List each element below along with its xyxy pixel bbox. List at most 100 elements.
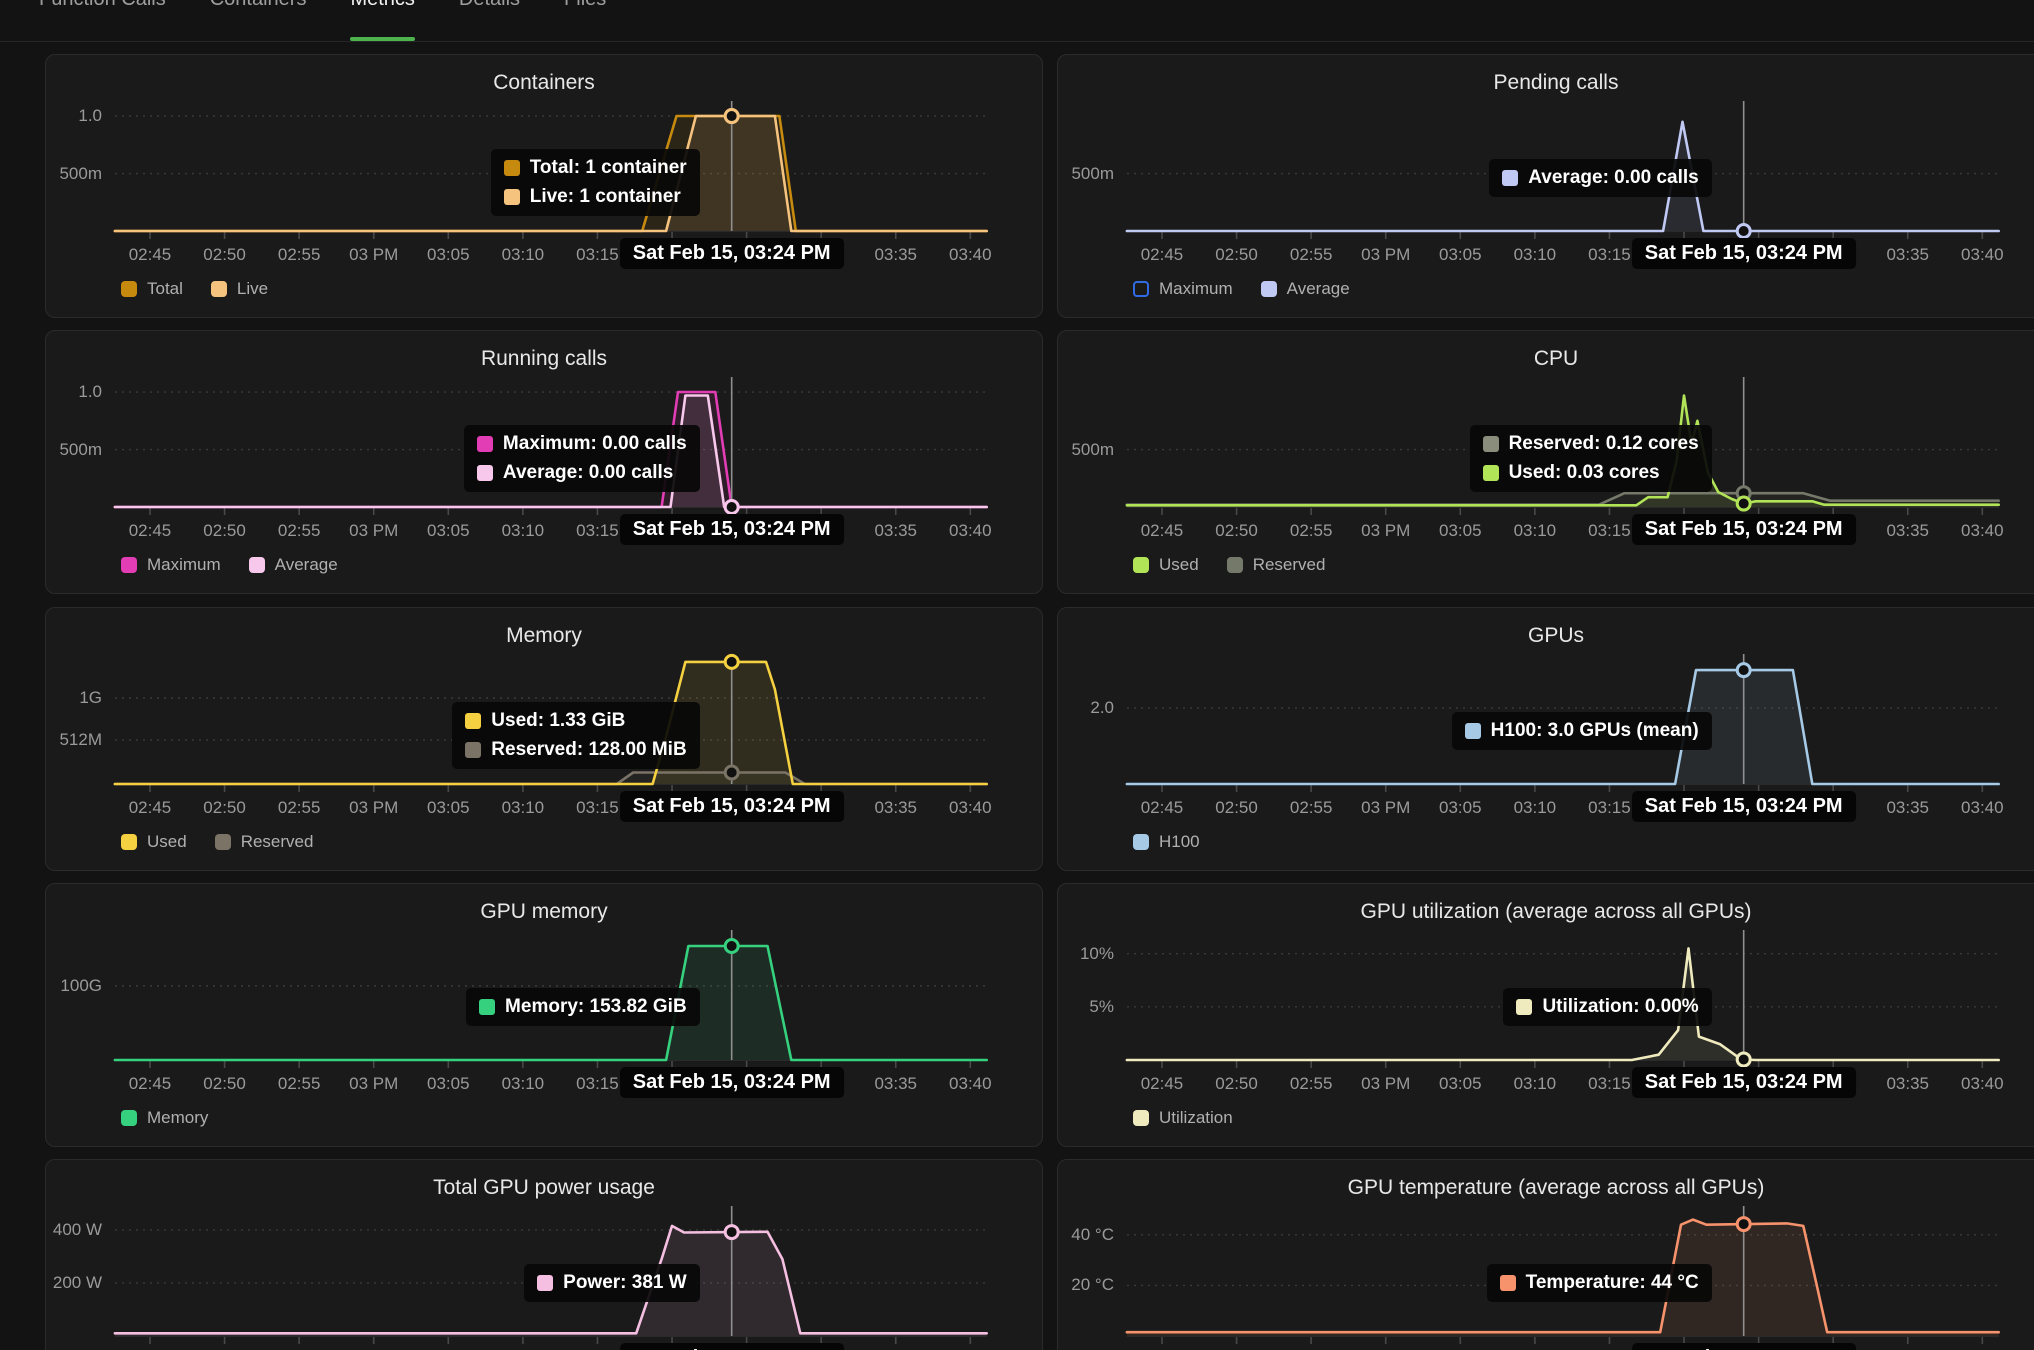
x-axis-label: 03:10 <box>1495 798 1575 818</box>
chart-running-calls: Running calls1.0500m02:4502:5002:5503 PM… <box>45 330 1043 594</box>
x-axis-label: 03:40 <box>1942 1074 2022 1094</box>
x-axis-label: 03:35 <box>856 245 936 265</box>
legend-swatch <box>1227 557 1243 573</box>
legend-item-used[interactable]: Used <box>121 832 187 852</box>
legend-item-total[interactable]: Total <box>121 279 183 299</box>
x-axis-label: 03 PM <box>334 245 414 265</box>
y-axis-label: 40 °C <box>1058 1225 1114 1245</box>
legend-item-memory[interactable]: Memory <box>121 1108 208 1128</box>
tab-containers[interactable]: Containers <box>210 0 307 11</box>
x-axis-label: 02:45 <box>1122 521 1202 541</box>
tooltip-row: Memory: 153.82 GiB <box>479 996 687 1018</box>
crosshair-marker-used <box>1737 497 1750 510</box>
chart-tooltip-memory: Used: 1.33 GiBReserved: 128.00 MiB <box>452 702 699 769</box>
tooltip-row: Temperature: 44 °C <box>1500 1272 1699 1294</box>
legend-item-average[interactable]: Average <box>249 555 338 575</box>
legend-item-maximum[interactable]: Maximum <box>121 555 221 575</box>
legend-item-maximum[interactable]: Maximum <box>1133 279 1233 299</box>
x-axis-label: 03 PM <box>334 798 414 818</box>
chart-tooltip-gpu-power: Power: 381 W <box>524 1264 700 1302</box>
y-axis-label: 1.0 <box>46 106 102 126</box>
x-axis-label: 03:35 <box>856 1074 936 1094</box>
chart-tooltip-cpu: Reserved: 0.12 cores Used: 0.03 cores <box>1470 425 1712 492</box>
chart-gpu-utilization: GPU utilization (average across all GPUs… <box>1057 883 2034 1147</box>
tooltip-color-swatch <box>477 465 493 481</box>
tab-metrics[interactable]: Metrics <box>350 0 414 11</box>
chart-tooltip-gpu-utilization: Utilization: 0.00% <box>1503 988 1711 1026</box>
tooltip-color-swatch <box>1465 723 1481 739</box>
x-axis-label: 03:40 <box>930 521 1010 541</box>
legend-item-reserved[interactable]: Reserved <box>215 832 314 852</box>
crosshair-time-tooltip: Sat Feb 15, 03:24 PM <box>620 514 844 545</box>
x-axis-label: 02:55 <box>1271 798 1351 818</box>
x-axis-label: 02:45 <box>1122 1074 1202 1094</box>
legend-swatch <box>121 1110 137 1126</box>
tooltip-text: H100: 3.0 GPUs (mean) <box>1491 720 1699 742</box>
x-axis-label: 02:45 <box>1122 245 1202 265</box>
tooltip-row: Reserved: 128.00 MiB <box>465 739 686 761</box>
crosshair-marker-used <box>725 655 738 668</box>
x-axis-label: 02:45 <box>110 521 190 541</box>
chart-plot-gpu-power <box>46 1160 1044 1350</box>
tooltip-row: Maximum: 0.00 calls <box>477 433 687 455</box>
tooltip-text: Utilization: 0.00% <box>1542 996 1698 1018</box>
tooltip-row: Average: 0.00 calls <box>1502 167 1698 189</box>
legend-label: Used <box>1159 555 1199 575</box>
legend-item-live[interactable]: Live <box>211 279 268 299</box>
x-axis-label: 03:40 <box>1942 798 2022 818</box>
x-axis-label: 03:10 <box>483 1074 563 1094</box>
legend-swatch <box>121 281 137 297</box>
x-axis-label: 03:05 <box>408 521 488 541</box>
y-axis-label: 20 °C <box>1058 1275 1114 1295</box>
x-axis-label: 03:35 <box>856 798 936 818</box>
chart-legend-gpu-memory: Memory <box>121 1108 208 1128</box>
legend-item-utilization[interactable]: Utilization <box>1133 1108 1233 1128</box>
chart-legend-running-calls: Maximum Average <box>121 555 338 575</box>
legend-swatch <box>249 557 265 573</box>
legend-item-average[interactable]: Average <box>1261 279 1350 299</box>
x-axis-label: 02:50 <box>185 1074 265 1094</box>
x-axis-label: 02:55 <box>259 245 339 265</box>
chart-containers: Containers1.0500m02:4502:5002:5503 PM03:… <box>45 54 1043 318</box>
legend-item-used[interactable]: Used <box>1133 555 1199 575</box>
tab-files[interactable]: Files <box>564 0 606 11</box>
x-axis-label: 03:40 <box>930 1074 1010 1094</box>
tooltip-color-swatch <box>1483 465 1499 481</box>
x-axis-label: 03:05 <box>1420 521 1500 541</box>
y-axis-label: 500m <box>1058 164 1114 184</box>
tab-details[interactable]: Details <box>459 0 520 11</box>
x-axis-label: 03:05 <box>1420 245 1500 265</box>
tooltip-color-swatch <box>479 999 495 1015</box>
x-axis-label: 02:55 <box>1271 1074 1351 1094</box>
legend-swatch <box>1261 281 1277 297</box>
x-axis-label: 03 PM <box>334 1074 414 1094</box>
x-axis-label: 03:35 <box>1868 1074 1948 1094</box>
x-axis-label: 03:05 <box>1420 798 1500 818</box>
y-axis-label: 500m <box>46 164 102 184</box>
y-axis-label: 5% <box>1058 997 1114 1017</box>
legend-swatch <box>1133 281 1149 297</box>
chart-tooltip-gpu-temperature: Temperature: 44 °C <box>1487 1264 1712 1302</box>
tooltip-row: Total: 1 container <box>504 157 687 179</box>
x-axis-label: 03 PM <box>334 521 414 541</box>
tooltip-row: Reserved: 0.12 cores <box>1483 433 1699 455</box>
chart-legend-containers: Total Live <box>121 279 268 299</box>
legend-label: Reserved <box>1253 555 1326 575</box>
tooltip-color-swatch <box>477 436 493 452</box>
chart-memory: Memory1G512M02:4502:5002:5503 PM03:0503:… <box>45 607 1043 871</box>
legend-swatch <box>1133 557 1149 573</box>
x-axis-label: 03:35 <box>1868 798 1948 818</box>
legend-label: Maximum <box>147 555 221 575</box>
x-axis-label: 03 PM <box>1346 245 1426 265</box>
tooltip-text: Reserved: 128.00 MiB <box>491 739 686 761</box>
legend-item-h100[interactable]: H100 <box>1133 832 1200 852</box>
crosshair-time-tooltip: Sat Feb 15, 03:24 PM <box>1632 238 1856 269</box>
legend-item-reserved[interactable]: Reserved <box>1227 555 1326 575</box>
legend-label: Total <box>147 279 183 299</box>
tooltip-text: Average: 0.00 calls <box>1528 167 1698 189</box>
crosshair-time-tooltip: Sat Feb 15, 03:24 PM <box>1632 791 1856 822</box>
tab-function-calls[interactable]: Function Calls <box>39 0 166 11</box>
x-axis-label: 02:55 <box>1271 245 1351 265</box>
x-axis-label: 02:50 <box>185 245 265 265</box>
tooltip-row: Used: 0.03 cores <box>1483 462 1699 484</box>
